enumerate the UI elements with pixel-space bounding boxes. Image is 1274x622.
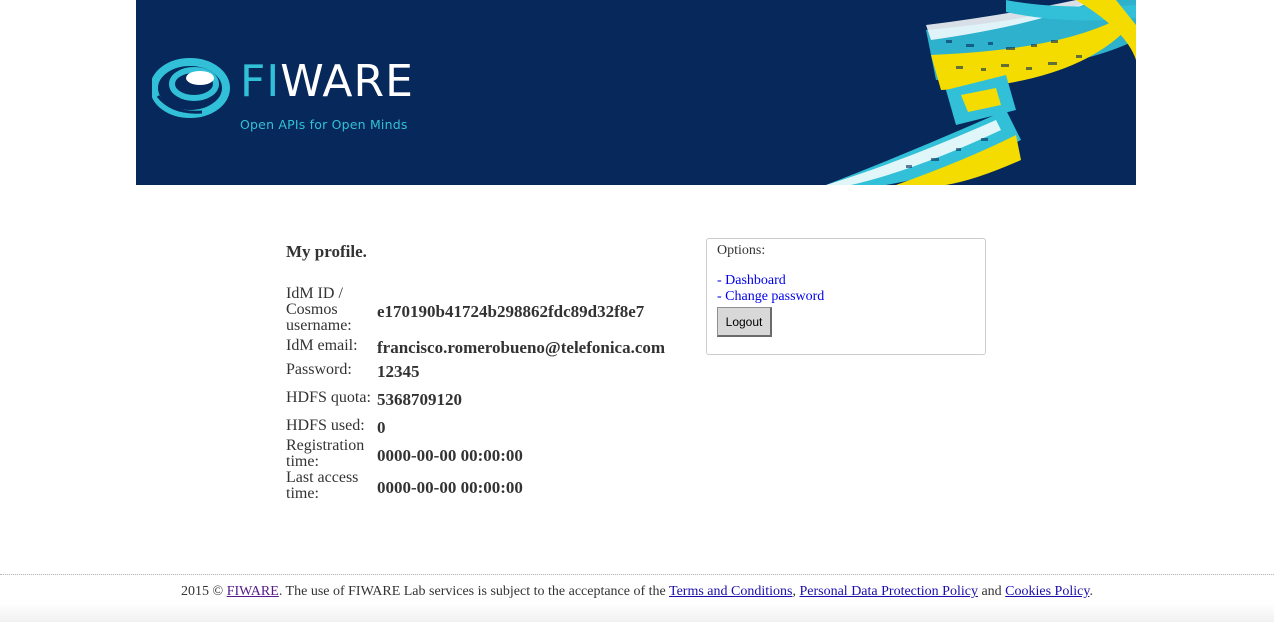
fiware-logo-icon <box>152 58 230 118</box>
profile-value: 5368709120 <box>377 390 462 409</box>
footer-text: . The use of FIWARE Lab services is subj… <box>278 584 670 599</box>
header-banner: FIWARE Open APIs for Open Minds <box>136 0 1136 185</box>
footer: 2015 © FIWARE. The use of FIWARE Lab ser… <box>0 574 1274 622</box>
footer-end: . <box>1089 584 1093 599</box>
decorative-ribbon-graphic <box>826 0 1136 185</box>
cookies-policy-link[interactable]: Cookies Policy <box>1005 584 1089 599</box>
footer-and: and <box>977 584 1006 599</box>
profile-row-password: Password: 12345 <box>286 358 665 382</box>
profile-label: Password: <box>286 361 352 378</box>
profile-value: 0000-00-00 00:00:00 <box>377 446 523 465</box>
logout-button[interactable]: Logout <box>717 307 772 337</box>
profile-label: IdM ID / Cosmos username: <box>286 285 352 334</box>
profile-table: IdM ID / Cosmos username: e170190b41724b… <box>286 286 665 502</box>
profile-value: 0000-00-00 00:00:00 <box>377 478 523 497</box>
logo-tagline: Open APIs for Open Minds <box>240 117 408 132</box>
profile-row-username: IdM ID / Cosmos username: e170190b41724b… <box>286 286 665 334</box>
profile-value: 12345 <box>377 362 420 381</box>
options-panel: Options: - Dashboard - Change password L… <box>706 238 986 355</box>
options-title: Options: <box>717 243 766 258</box>
profile-value: e170190b41724b298862fdc89d32f8e7 <box>377 302 645 321</box>
privacy-policy-link[interactable]: Personal Data Protection Policy <box>799 584 977 599</box>
profile-row-last-access-time: Last access time: 0000-00-00 00:00:00 <box>286 470 665 502</box>
fiware-link[interactable]: FIWARE <box>227 584 279 599</box>
footer-copyright: 2015 © <box>181 584 227 599</box>
profile-row-registration-time: Registration time: 0000-00-00 00:00:00 <box>286 438 665 470</box>
profile-section: My profile. IdM ID / Cosmos username: e1… <box>286 240 706 502</box>
terms-link[interactable]: Terms and Conditions <box>669 584 792 599</box>
profile-row-hdfs-quota: HDFS quota: 5368709120 <box>286 382 665 414</box>
change-password-link[interactable]: - Change password <box>717 289 975 305</box>
profile-row-hdfs-used: HDFS used: 0 <box>286 414 665 438</box>
profile-label: HDFS quota: <box>286 389 371 406</box>
page-title: My profile. <box>286 242 367 261</box>
profile-label: Registration time: <box>286 437 365 470</box>
profile-row-email: IdM email: francisco.romerobueno@telefon… <box>286 334 665 358</box>
profile-label: Last access time: <box>286 469 359 502</box>
profile-label: IdM email: <box>286 337 358 354</box>
fiware-wordmark: FIWARE <box>240 60 414 104</box>
profile-value: francisco.romerobueno@telefonica.com <box>377 338 666 357</box>
dashboard-link[interactable]: - Dashboard <box>717 273 975 289</box>
logo-suffix: WARE <box>280 56 414 107</box>
logo-prefix: FI <box>240 56 281 107</box>
profile-value: 0 <box>377 418 386 437</box>
profile-label: HDFS used: <box>286 417 365 434</box>
